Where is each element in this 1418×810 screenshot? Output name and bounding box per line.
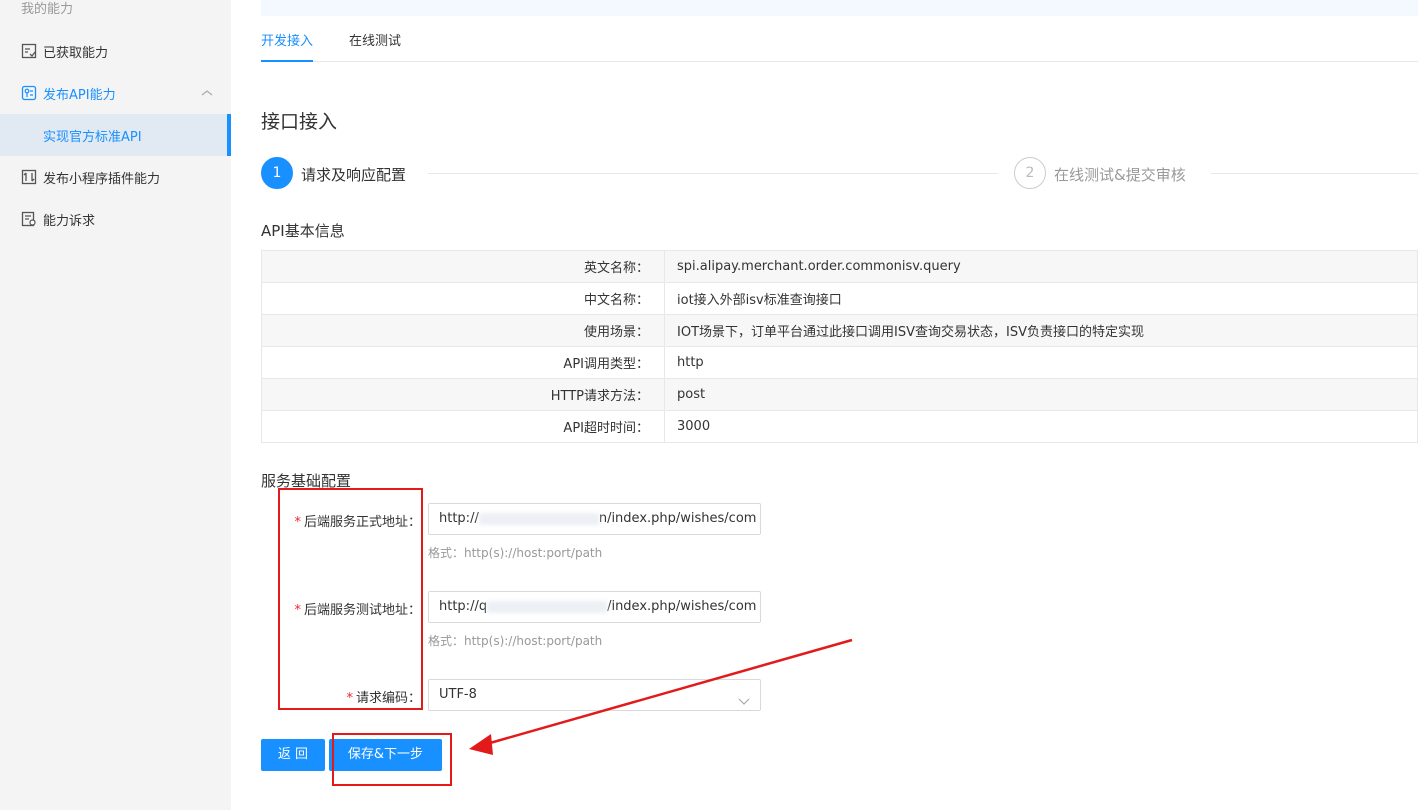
table-value: http: [664, 346, 1418, 379]
table-value: 3000: [664, 410, 1418, 443]
step-1-number: 1: [261, 157, 293, 189]
redacted-blur: [487, 600, 608, 613]
table-row: 使用场景： IOT场景下，订单平台通过此接口调用ISV查询交易状态，ISV负责接…: [261, 314, 1418, 347]
api-info-title: API基本信息: [261, 222, 345, 240]
table-row: 英文名称： spi.alipay.merchant.order.commonis…: [261, 250, 1418, 283]
sidebar-item-official-api[interactable]: 实现官方标准API: [0, 114, 231, 156]
table-key: 中文名称：: [261, 282, 665, 315]
step-connector-tail: [1211, 173, 1418, 174]
table-value: IOT场景下，订单平台通过此接口调用ISV查询交易状态，ISV负责接口的特定实现: [664, 314, 1418, 347]
table-row: 中文名称： iot接入外部isv标准查询接口: [261, 282, 1418, 315]
api-info-table: 英文名称： spi.alipay.merchant.order.commonis…: [261, 250, 1418, 443]
sidebar-item-publish-plugin[interactable]: 发布小程序插件能力: [0, 156, 231, 198]
chevron-up-icon[interactable]: [200, 87, 214, 102]
table-row: API调用类型： http: [261, 346, 1418, 379]
sidebar-item-label: 发布API能力: [43, 87, 116, 103]
table-key: API超时时间：: [261, 410, 665, 443]
page-title: 接口接入: [261, 111, 338, 133]
annotation-box-button: [332, 733, 452, 786]
sidebar-item-requests[interactable]: 能力诉求: [0, 198, 231, 240]
redacted-blur: [478, 512, 599, 525]
table-key: 使用场景：: [261, 314, 665, 347]
plugin-icon: [21, 169, 37, 185]
sidebar-item-label: 实现官方标准API: [43, 129, 142, 145]
step-connector: [428, 173, 998, 174]
test-address-suffix: /index.php/wishes/com: [607, 599, 757, 614]
encoding-value: UTF-8: [439, 687, 477, 702]
test-address-prefix: http://q: [439, 599, 488, 614]
tab-dev-access[interactable]: 开发接入: [261, 30, 314, 62]
sidebar-item-publish-api[interactable]: 发布API能力: [0, 72, 231, 114]
table-value: spi.alipay.merchant.order.commonisv.quer…: [664, 250, 1418, 283]
step-2-number: 2: [1014, 157, 1046, 189]
tab-bar: 开发接入 在线测试: [261, 30, 1418, 62]
sidebar-item-label: 已获取能力: [43, 45, 109, 61]
step-1-label: 请求及响应配置: [301, 166, 407, 184]
table-key: API调用类型：: [261, 346, 665, 379]
sidebar-item-label: 能力诉求: [43, 213, 96, 229]
list-icon: [21, 43, 37, 59]
sidebar-item-acquired[interactable]: 已获取能力: [0, 30, 231, 72]
test-address-input[interactable]: http://q/index.php/wishes/com: [428, 591, 761, 623]
test-address-hint: 格式：http(s)://host:port/path: [428, 634, 603, 648]
table-key: 英文名称：: [261, 250, 665, 283]
table-value: post: [664, 378, 1418, 411]
chevron-down-icon: [738, 689, 750, 710]
prod-address-prefix: http://: [439, 511, 479, 526]
step-2-label: 在线测试&提交审核: [1054, 166, 1186, 184]
annotation-box-labels: [278, 488, 423, 710]
prod-address-hint: 格式：http(s)://host:port/path: [428, 546, 603, 560]
prod-address-suffix: n/index.php/wishes/com: [598, 511, 757, 526]
request-icon: [21, 211, 37, 227]
table-row: HTTP请求方法： post: [261, 378, 1418, 411]
prod-address-input[interactable]: http:// n/index.php/wishes/com: [428, 503, 761, 535]
tab-online-test[interactable]: 在线测试: [349, 30, 401, 62]
sidebar-item-label: 发布小程序插件能力: [43, 171, 161, 187]
encoding-select[interactable]: UTF-8: [428, 679, 761, 711]
top-banner: [261, 0, 1418, 16]
table-row: API超时时间： 3000: [261, 410, 1418, 443]
back-button[interactable]: 返 回: [261, 739, 325, 771]
table-key: HTTP请求方法：: [261, 378, 665, 411]
sidebar-section-title: 我的能力: [21, 2, 74, 17]
table-value: iot接入外部isv标准查询接口: [664, 282, 1418, 315]
main-content: 开发接入 在线测试 接口接入 1 请求及响应配置 2 在线测试&提交审核 API…: [231, 0, 1418, 810]
api-icon: [21, 85, 37, 101]
sidebar: 我的能力 已获取能力 发布API能力 实现官方标准API 发布小程序插件能力 能…: [0, 0, 231, 810]
